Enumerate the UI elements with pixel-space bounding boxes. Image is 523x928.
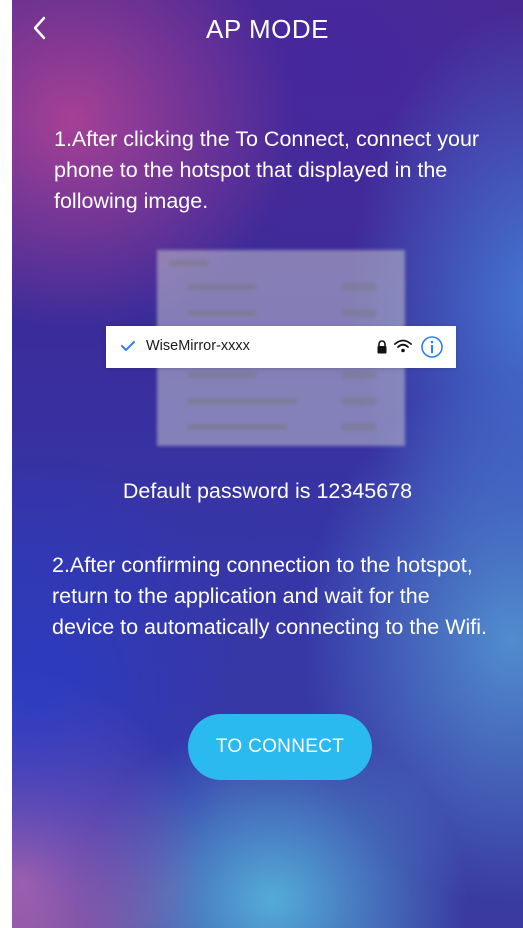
header: AP MODE: [12, 0, 523, 60]
default-password-note: Default password is 12345678: [122, 479, 413, 503]
network-name: WiseMirror-xxxx: [146, 338, 250, 354]
step-2-instruction: 2.After confirming connection to the hot…: [52, 553, 487, 639]
checkmark-icon: [121, 341, 135, 351]
to-connect-button[interactable]: TO CONNECT: [188, 714, 372, 780]
page-title: AP MODE: [206, 14, 329, 44]
ap-mode-screen: AP MODE 1.After clicking the To Connect,…: [12, 0, 523, 928]
info-icon[interactable]: [420, 335, 444, 359]
wifi-icon: [394, 339, 412, 353]
lock-icon: [377, 340, 387, 354]
step-1-instruction: 1.After clicking the To Connect, connect…: [54, 127, 480, 213]
network-list-item: WiseMirror-xxxx: [106, 326, 456, 368]
